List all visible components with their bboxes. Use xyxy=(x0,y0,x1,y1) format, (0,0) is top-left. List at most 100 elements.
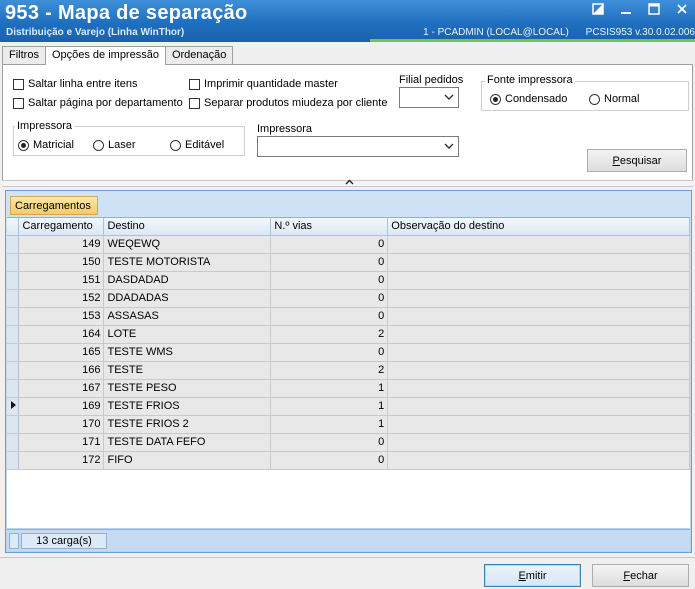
cell-carregamento[interactable]: 169 xyxy=(18,397,105,416)
splitter-handle[interactable] xyxy=(2,179,693,187)
row-indicator[interactable] xyxy=(7,415,20,434)
cell-observacao[interactable] xyxy=(387,325,690,344)
tab-carregamentos[interactable]: Carregamentos xyxy=(10,196,98,215)
cell-vias[interactable]: 2 xyxy=(270,361,389,380)
row-indicator[interactable] xyxy=(7,379,20,398)
cell-vias[interactable]: 0 xyxy=(270,343,389,362)
table-row[interactable]: 171 TESTE DATA FEFO 0 xyxy=(7,433,690,452)
row-indicator[interactable] xyxy=(7,307,20,326)
cell-destino[interactable]: TESTE FRIOS 2 xyxy=(103,415,272,434)
cell-destino[interactable]: TESTE DATA FEFO xyxy=(103,433,272,452)
table-row[interactable]: 166 TESTE 2 xyxy=(7,361,690,380)
column-header-destino[interactable]: Destino xyxy=(103,218,272,236)
cell-vias[interactable]: 1 xyxy=(270,379,389,398)
table-row[interactable]: 151 DASDADAD 0 xyxy=(7,271,690,290)
row-indicator[interactable] xyxy=(7,343,20,362)
saltar-linha-checkbox[interactable]: Saltar linha entre itens xyxy=(13,78,137,90)
cell-carregamento[interactable]: 164 xyxy=(18,325,105,344)
cell-vias[interactable]: 2 xyxy=(270,325,389,344)
cell-observacao[interactable] xyxy=(387,433,690,452)
row-indicator[interactable] xyxy=(7,289,20,308)
table-row[interactable]: 169 TESTE FRIOS 1 xyxy=(7,397,690,416)
table-row[interactable]: 165 TESTE WMS 0 xyxy=(7,343,690,362)
cell-observacao[interactable] xyxy=(387,379,690,398)
tab-filtros[interactable]: Filtros xyxy=(2,46,46,64)
cell-vias[interactable]: 0 xyxy=(270,271,389,290)
impressora-select[interactable] xyxy=(257,136,459,157)
cell-destino[interactable]: DDADADAS xyxy=(103,289,272,308)
fonte-normal-radio[interactable]: Normal xyxy=(589,93,639,105)
cell-destino[interactable]: TESTE WMS xyxy=(103,343,272,362)
emitir-button[interactable]: Emitir xyxy=(484,564,581,587)
row-indicator[interactable] xyxy=(7,235,20,254)
cell-vias[interactable]: 0 xyxy=(270,307,389,326)
cell-vias[interactable]: 1 xyxy=(270,415,389,434)
row-indicator[interactable] xyxy=(7,397,20,416)
filial-pedidos-select[interactable] xyxy=(399,87,459,108)
impressora-editavel-radio[interactable]: Editável xyxy=(170,139,224,151)
row-indicator[interactable] xyxy=(7,325,20,344)
pesquisar-button[interactable]: Pesquisar xyxy=(587,149,687,172)
cell-destino[interactable]: TESTE FRIOS xyxy=(103,397,272,416)
cell-destino[interactable]: ASSASAS xyxy=(103,307,272,326)
table-row[interactable]: 170 TESTE FRIOS 21 xyxy=(7,415,690,434)
cell-observacao[interactable] xyxy=(387,253,690,272)
cell-carregamento[interactable]: 167 xyxy=(18,379,105,398)
column-header-observacao[interactable]: Observação do destino xyxy=(387,218,690,236)
separar-miudeza-checkbox[interactable]: Separar produtos miudeza por cliente xyxy=(189,97,387,109)
row-indicator[interactable] xyxy=(7,271,20,290)
cell-vias[interactable]: 1 xyxy=(270,397,389,416)
cell-carregamento[interactable]: 165 xyxy=(18,343,105,362)
cell-observacao[interactable] xyxy=(387,235,690,254)
impressora-laser-radio[interactable]: Laser xyxy=(93,139,136,151)
fechar-button[interactable]: Fechar xyxy=(592,564,689,587)
cell-carregamento[interactable]: 150 xyxy=(18,253,105,272)
cell-destino[interactable]: FIFO xyxy=(103,451,272,470)
cell-destino[interactable]: WEQEWQ xyxy=(103,235,272,254)
cell-vias[interactable]: 0 xyxy=(270,433,389,452)
table-row[interactable]: 172 FIFO 0 xyxy=(7,451,690,470)
cell-destino[interactable]: TESTE PESO xyxy=(103,379,272,398)
cell-observacao[interactable] xyxy=(387,397,690,416)
tab-opcoes-impressao[interactable]: Opções de impressão xyxy=(44,46,166,65)
saltar-pagina-checkbox[interactable]: Saltar página por departamento xyxy=(13,97,183,109)
table-row[interactable]: 152 DDADADAS 0 xyxy=(7,289,690,308)
row-indicator[interactable] xyxy=(7,253,20,272)
cell-destino[interactable]: TESTE MOTORISTA xyxy=(103,253,272,272)
cell-vias[interactable]: 0 xyxy=(270,289,389,308)
cell-observacao[interactable] xyxy=(387,343,690,362)
column-header-vias[interactable]: N.º vias xyxy=(270,218,389,236)
cell-observacao[interactable] xyxy=(387,415,690,434)
cell-carregamento[interactable]: 172 xyxy=(18,451,105,470)
cell-observacao[interactable] xyxy=(387,451,690,470)
fonte-condensado-radio[interactable]: Condensado xyxy=(490,93,567,105)
cell-destino[interactable]: DASDADAD xyxy=(103,271,272,290)
cell-vias[interactable]: 0 xyxy=(270,253,389,272)
cell-carregamento[interactable]: 166 xyxy=(18,361,105,380)
restore-corner-icon[interactable] xyxy=(591,2,605,16)
row-indicator[interactable] xyxy=(7,361,20,380)
row-indicator[interactable] xyxy=(7,433,20,452)
cell-observacao[interactable] xyxy=(387,307,690,326)
cell-destino[interactable]: TESTE xyxy=(103,361,272,380)
cell-observacao[interactable] xyxy=(387,361,690,380)
table-row[interactable]: 150 TESTE MOTORISTA 0 xyxy=(7,253,690,272)
maximize-icon[interactable] xyxy=(647,2,661,16)
row-indicator[interactable] xyxy=(7,451,20,470)
impressora-matricial-radio[interactable]: Matricial xyxy=(18,139,74,151)
close-icon[interactable] xyxy=(675,2,689,16)
table-row[interactable]: 164 LOTE 2 xyxy=(7,325,690,344)
cell-vias[interactable]: 0 xyxy=(270,451,389,470)
cell-carregamento[interactable]: 171 xyxy=(18,433,105,452)
imprimir-qtd-master-checkbox[interactable]: Imprimir quantidade master xyxy=(189,78,338,90)
cell-destino[interactable]: LOTE xyxy=(103,325,272,344)
cell-carregamento[interactable]: 149 xyxy=(18,235,105,254)
table-row[interactable]: 149 WEQEWQ 0 xyxy=(7,235,690,254)
cell-carregamento[interactable]: 152 xyxy=(18,289,105,308)
cell-carregamento[interactable]: 151 xyxy=(18,271,105,290)
cell-observacao[interactable] xyxy=(387,289,690,308)
minimize-icon[interactable] xyxy=(619,2,633,16)
table-row[interactable]: 167 TESTE PESO 1 xyxy=(7,379,690,398)
table-row[interactable]: 153 ASSASAS 0 xyxy=(7,307,690,326)
cell-carregamento[interactable]: 170 xyxy=(18,415,105,434)
